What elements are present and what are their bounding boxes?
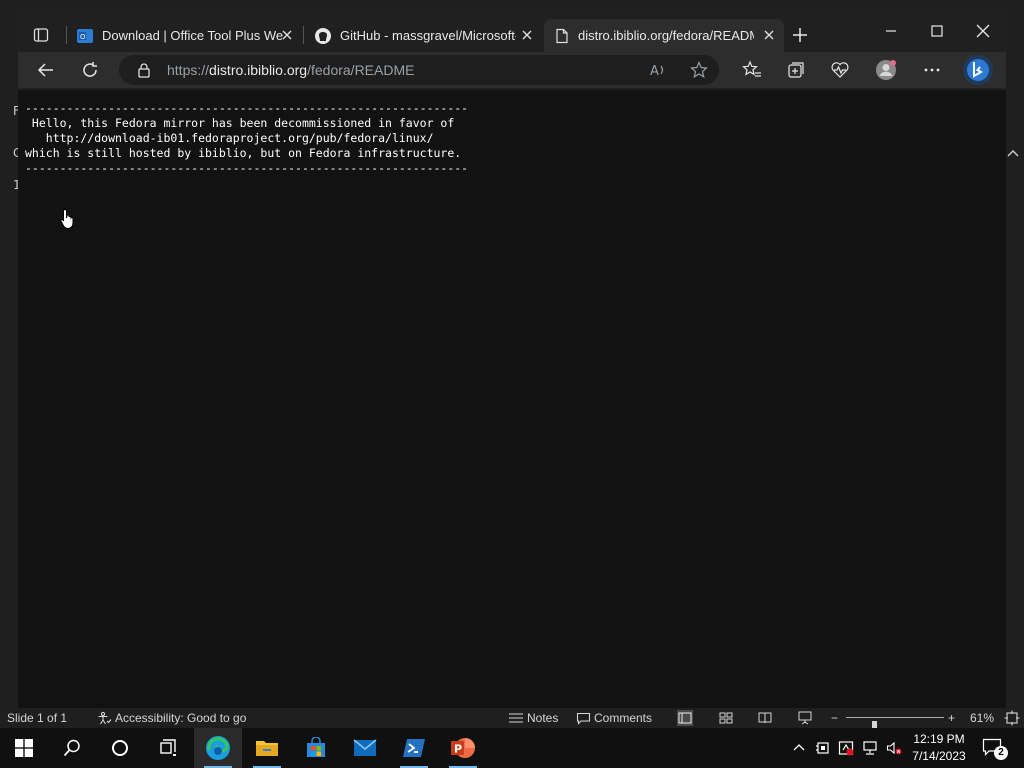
reading-view-icon[interactable] bbox=[757, 710, 773, 726]
action-center-button[interactable]: 2 bbox=[982, 738, 1008, 760]
url-scheme: https:// bbox=[167, 62, 210, 78]
address-bar[interactable]: https://distro.ibiblio.org/fedora/README… bbox=[119, 55, 719, 85]
normal-view-icon[interactable] bbox=[677, 710, 693, 726]
comments-label: Comments bbox=[594, 711, 653, 725]
taskbar-clock[interactable]: 12:19 PM 7/14/2023 bbox=[906, 731, 972, 765]
document-icon bbox=[556, 28, 568, 43]
file-explorer-icon bbox=[256, 741, 278, 756]
favorites-icon[interactable] bbox=[742, 60, 762, 80]
favorite-star-icon[interactable] bbox=[690, 61, 708, 79]
search-button[interactable] bbox=[48, 728, 96, 768]
notes-button[interactable]: Notes bbox=[508, 711, 558, 725]
tab-github[interactable]: GitHub - massgravel/Microsoft-A bbox=[304, 19, 542, 52]
url-host: distro.ibiblio.org bbox=[209, 62, 308, 78]
lock-icon[interactable] bbox=[137, 62, 151, 78]
collapse-ribbon-icon[interactable] bbox=[1004, 146, 1022, 160]
more-options-icon[interactable] bbox=[922, 60, 942, 80]
network-icon[interactable] bbox=[862, 740, 878, 756]
powerpoint-status-bar: Slide 1 of 1 Accessibility: Good to go N… bbox=[0, 708, 1024, 733]
url-path: /fedora/README bbox=[307, 62, 415, 78]
tab-office-tool-plus[interactable]: O Download | Office Tool Plus Web bbox=[66, 19, 302, 52]
collections-icon[interactable] bbox=[786, 60, 806, 80]
security-alert-icon[interactable] bbox=[838, 740, 854, 756]
minimize-icon[interactable] bbox=[882, 22, 900, 40]
notification-count-badge: 2 bbox=[994, 746, 1008, 760]
tab-title: GitHub - massgravel/Microsoft-A bbox=[340, 28, 516, 43]
close-window-icon[interactable] bbox=[974, 22, 992, 40]
svg-text:O: O bbox=[80, 33, 86, 41]
taskbar-powerpoint[interactable]: P bbox=[439, 728, 487, 768]
tab-title: Download | Office Tool Plus Web bbox=[102, 28, 284, 43]
start-button[interactable] bbox=[0, 728, 48, 768]
svg-text:P: P bbox=[454, 743, 462, 756]
show-hidden-icons-icon[interactable] bbox=[791, 740, 807, 756]
notes-label: Notes bbox=[527, 711, 559, 725]
browser-toolbar: https://distro.ibiblio.org/fedora/README… bbox=[18, 52, 1006, 88]
taskbar-edge[interactable] bbox=[194, 728, 242, 768]
taskbar-mail[interactable] bbox=[341, 728, 389, 768]
powerpoint-icon: P bbox=[451, 738, 475, 758]
page-content: ----------------------------------------… bbox=[18, 90, 1006, 710]
taskbar-microsoft-store[interactable] bbox=[292, 728, 340, 768]
accessibility-label: Accessibility: Good to go bbox=[115, 711, 247, 725]
maximize-icon[interactable] bbox=[928, 22, 946, 40]
zoom-out-button[interactable]: − bbox=[831, 711, 838, 725]
github-icon bbox=[315, 27, 331, 44]
edge-browser-window: O Download | Office Tool Plus Web GitHub… bbox=[18, 8, 1006, 710]
zoom-in-button[interactable]: + bbox=[948, 711, 955, 725]
volume-muted-icon[interactable] bbox=[886, 740, 902, 756]
tab-title: distro.ibiblio.org/fedora/READM bbox=[578, 28, 754, 43]
comments-icon bbox=[576, 712, 591, 725]
profile-avatar-icon[interactable] bbox=[875, 59, 897, 81]
svg-text:A: A bbox=[650, 64, 659, 79]
tab-actions-icon[interactable] bbox=[33, 27, 49, 43]
accessibility-icon bbox=[98, 711, 112, 725]
clock-date: 7/14/2023 bbox=[912, 749, 966, 763]
close-tab-icon[interactable] bbox=[762, 28, 776, 42]
powershell-icon bbox=[403, 739, 425, 757]
search-icon bbox=[63, 739, 80, 757]
windows-taskbar: P 12:19 PM 7/14/2023 2 bbox=[0, 728, 1024, 768]
close-tab-icon[interactable] bbox=[280, 28, 294, 42]
notes-icon bbox=[509, 713, 523, 723]
windows-logo-icon bbox=[15, 739, 33, 757]
url-text[interactable]: https://distro.ibiblio.org/fedora/README bbox=[167, 62, 414, 78]
accessibility-status[interactable]: Accessibility: Good to go bbox=[97, 711, 246, 725]
zoom-level[interactable]: 61% bbox=[970, 711, 994, 725]
fit-to-window-icon[interactable] bbox=[1004, 710, 1020, 726]
close-tab-icon[interactable] bbox=[520, 28, 534, 42]
slide-sorter-icon[interactable] bbox=[718, 710, 734, 726]
tab-strip: O Download | Office Tool Plus Web GitHub… bbox=[18, 8, 1006, 52]
task-view-icon bbox=[160, 739, 176, 756]
microsoft-store-icon bbox=[307, 737, 325, 757]
cortana-icon bbox=[112, 740, 128, 756]
clock-time: 12:19 PM bbox=[913, 732, 965, 746]
zoom-slider[interactable] bbox=[846, 717, 944, 733]
taskbar-file-explorer[interactable] bbox=[243, 728, 291, 768]
read-aloud-icon[interactable]: A bbox=[649, 61, 667, 79]
tab-readme[interactable]: distro.ibiblio.org/fedora/READM bbox=[544, 19, 784, 52]
refresh-icon[interactable] bbox=[80, 60, 100, 80]
task-view-button[interactable] bbox=[144, 728, 192, 768]
back-icon[interactable] bbox=[36, 60, 56, 80]
bing-chat-icon[interactable] bbox=[962, 54, 994, 86]
readme-text: ----------------------------------------… bbox=[25, 101, 469, 175]
new-tab-icon[interactable] bbox=[790, 25, 810, 45]
slide-indicator[interactable]: Slide 1 of 1 bbox=[7, 711, 67, 725]
taskbar-powershell[interactable] bbox=[390, 728, 438, 768]
slideshow-icon[interactable] bbox=[797, 710, 813, 726]
edge-icon bbox=[206, 736, 230, 760]
browser-essentials-icon[interactable] bbox=[830, 60, 850, 80]
usb-device-icon[interactable] bbox=[815, 740, 831, 756]
mail-icon bbox=[353, 739, 377, 756]
hand-cursor-icon bbox=[60, 208, 74, 230]
comments-button[interactable]: Comments bbox=[576, 711, 652, 725]
cortana-button[interactable] bbox=[96, 728, 144, 768]
office-tool-plus-icon: O bbox=[77, 28, 93, 43]
